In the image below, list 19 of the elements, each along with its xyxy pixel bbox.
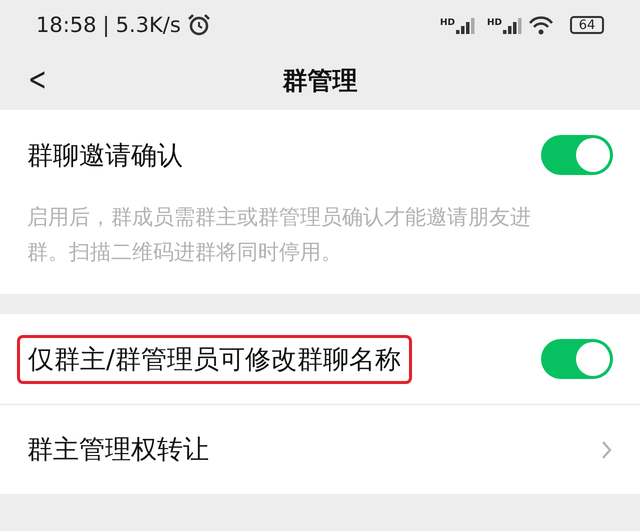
chevron-right-icon [601, 440, 613, 460]
clock-time: 18:58 [36, 13, 97, 37]
setting-label: 群聊邀请确认 [27, 140, 184, 172]
setting-label: 群主管理权转让 [27, 434, 210, 467]
back-button[interactable]: < [24, 60, 51, 98]
toggle-switch[interactable] [541, 339, 613, 379]
toggle-switch[interactable] [541, 135, 613, 175]
network-speed: 5.3K/s [116, 13, 181, 37]
wifi-icon [528, 15, 554, 35]
hd-label: HD [486, 18, 502, 28]
signal-bars-icon [456, 16, 475, 34]
highlighted-setting-label: 仅群主/群管理员可修改群聊名称 [17, 334, 412, 384]
signal-bars-icon [503, 16, 522, 34]
alarm-clock-icon [186, 13, 211, 37]
battery-level: 64 [570, 16, 604, 34]
setting-description: 启用后，群成员需群主或群管理员确认才能邀请朋友进群。扫描二维码进群将同时停用。 [26, 204, 532, 266]
hd-label: HD [440, 18, 455, 28]
page-title: 群管理 [282, 64, 358, 96]
separator-text: | [102, 13, 110, 37]
